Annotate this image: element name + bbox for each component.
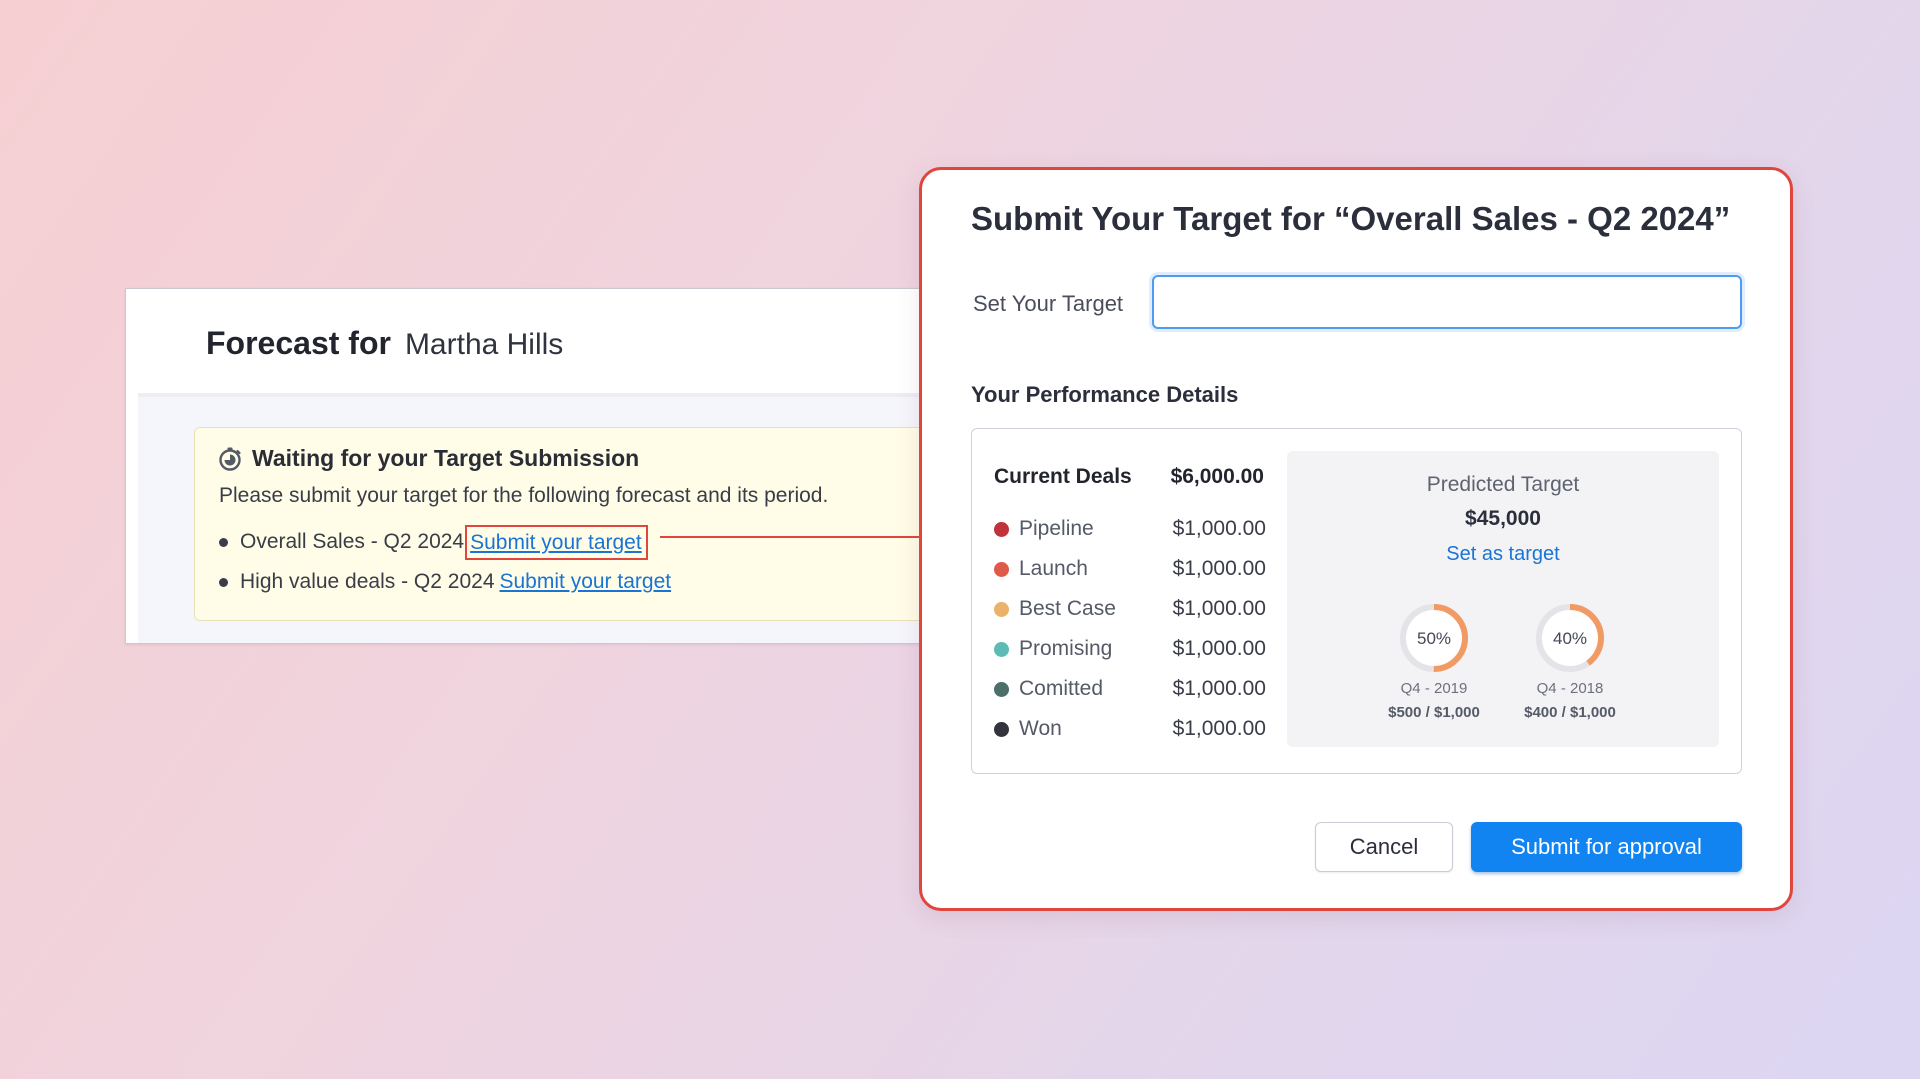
progress-gauge: 40% Q4 - 2018 $400 / $1,000 bbox=[1510, 601, 1630, 721]
submit-for-approval-button[interactable]: Submit for approval bbox=[1471, 822, 1742, 872]
forecast-list: Overall Sales - Q2 2024 Submit your targ… bbox=[219, 522, 671, 602]
gauge-ring: 40% bbox=[1536, 604, 1604, 672]
stage-color-dot bbox=[994, 521, 1009, 537]
bullet-icon bbox=[219, 537, 228, 547]
deal-row: Comitted $1,000.00 bbox=[994, 669, 1266, 709]
target-label: Set Your Target bbox=[973, 291, 1124, 316]
gauge-percent: 40% bbox=[1553, 629, 1587, 648]
stage-color-dot bbox=[994, 601, 1009, 617]
progress-gauge: 50% Q4 - 2019 $500 / $1,000 bbox=[1374, 601, 1494, 721]
performance-title: Your Performance Details bbox=[971, 382, 1239, 407]
gauge-percent: 50% bbox=[1417, 629, 1451, 648]
current-deals-header: Current Deals $6,000.00 bbox=[994, 465, 1264, 489]
notice-heading: Waiting for your Target Submission bbox=[252, 445, 640, 471]
notice-header: Waiting for your Target Submission bbox=[217, 445, 639, 472]
submit-target-link[interactable]: Submit your target bbox=[500, 570, 672, 594]
forecast-card: Forecast for Martha Hills Waiting for yo… bbox=[125, 288, 965, 644]
forecast-title: Forecast for Martha Hills bbox=[206, 325, 563, 362]
bullet-icon bbox=[219, 577, 228, 587]
stage-color-dot bbox=[994, 561, 1009, 577]
stage-value: $1,000.00 bbox=[1172, 557, 1266, 580]
stage-value: $1,000.00 bbox=[1172, 717, 1266, 740]
deal-row: Pipeline $1,000.00 bbox=[994, 509, 1266, 549]
gauge-period: Q4 - 2018 bbox=[1536, 680, 1604, 697]
dialog-title: Submit Your Target for “Overall Sales - … bbox=[971, 200, 1731, 237]
forecast-item-text: Overall Sales - Q2 2024 bbox=[240, 530, 465, 553]
stopwatch-icon bbox=[217, 446, 243, 472]
list-item: Overall Sales - Q2 2024 Submit your targ… bbox=[219, 522, 671, 562]
stage-name: Launch bbox=[1019, 557, 1088, 580]
current-deals-label: Current Deals bbox=[994, 465, 1132, 488]
deal-row: Won $1,000.00 bbox=[994, 709, 1266, 749]
deal-row: Best Case $1,000.00 bbox=[994, 589, 1266, 629]
stage-value: $1,000.00 bbox=[1172, 597, 1266, 620]
stage-name: Comitted bbox=[1019, 677, 1104, 700]
forecast-person-name: Martha Hills bbox=[404, 328, 564, 361]
stage-name: Best Case bbox=[1019, 597, 1116, 620]
stage-name: Promising bbox=[1019, 637, 1113, 660]
stage-color-dot bbox=[994, 721, 1009, 737]
list-item: High value deals - Q2 2024 Submit your t… bbox=[219, 562, 671, 602]
set-as-target-link[interactable]: Set as target bbox=[1287, 543, 1719, 566]
submit-target-link[interactable]: Submit your target bbox=[465, 524, 648, 560]
highlight-connector-line bbox=[660, 536, 920, 538]
predicted-target-panel: Predicted Target $45,000 Set as target 5… bbox=[1287, 451, 1719, 747]
stage-color-dot bbox=[994, 641, 1009, 657]
deal-row: Launch $1,000.00 bbox=[994, 549, 1266, 589]
gauge-ring: 50% bbox=[1400, 604, 1468, 672]
current-deals-total: $6,000.00 bbox=[1170, 465, 1264, 488]
target-submission-notice: Waiting for your Target Submission Pleas… bbox=[194, 427, 964, 621]
forecast-item-text: High value deals - Q2 2024 bbox=[240, 570, 495, 593]
stage-color-dot bbox=[994, 681, 1009, 697]
performance-details-box: Current Deals $6,000.00 Pipeline $1,000.… bbox=[971, 428, 1742, 774]
gauge-amount: $500 / $1,000 bbox=[1388, 704, 1480, 721]
stage-name: Won bbox=[1019, 717, 1062, 740]
stage-value: $1,000.00 bbox=[1172, 637, 1266, 660]
target-input[interactable] bbox=[1152, 275, 1742, 329]
forecast-body: Waiting for your Target Submission Pleas… bbox=[138, 393, 964, 643]
predicted-target-label: Predicted Target bbox=[1426, 473, 1580, 496]
deal-stage-list: Pipeline $1,000.00 Launch $1,000.00 Best… bbox=[994, 509, 1266, 749]
gauge-period: Q4 - 2019 bbox=[1400, 680, 1468, 697]
stage-name: Pipeline bbox=[1019, 517, 1094, 540]
stage-value: $1,000.00 bbox=[1172, 677, 1266, 700]
forecast-title-label: Forecast for bbox=[206, 325, 391, 361]
notice-description: Please submit your target for the follow… bbox=[219, 484, 829, 507]
predicted-target-value: $45,000 bbox=[1465, 507, 1541, 530]
cancel-button[interactable]: Cancel bbox=[1315, 822, 1453, 872]
submit-target-dialog: Submit Your Target for “Overall Sales - … bbox=[919, 167, 1793, 911]
stage-value: $1,000.00 bbox=[1172, 517, 1266, 540]
deal-row: Promising $1,000.00 bbox=[994, 629, 1266, 669]
gauge-amount: $400 / $1,000 bbox=[1524, 704, 1616, 721]
